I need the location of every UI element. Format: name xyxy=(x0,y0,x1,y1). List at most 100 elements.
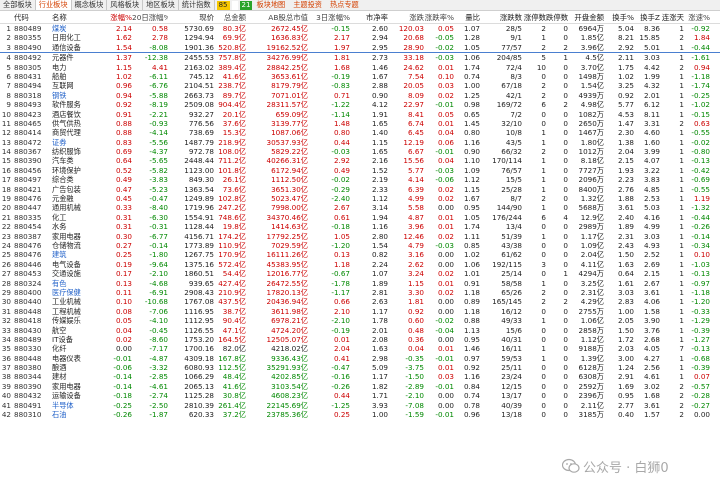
table-row[interactable]: 15 880390 汽车类 0.64 -5.65 2448.44 711.2亿 40266.3… xyxy=(0,156,720,165)
cell-ud: 144/90 xyxy=(496,203,522,213)
wechat-icon xyxy=(562,458,580,473)
column-header-18[interactable]: 连涨天 xyxy=(660,12,684,23)
link-tab-2[interactable]: 热点专题 xyxy=(326,0,363,10)
column-header-0[interactable]: 代码 xyxy=(14,12,52,23)
cell-vol: 1.06 xyxy=(463,53,480,63)
column-header-16[interactable]: 换手% xyxy=(604,12,634,23)
column-header-7[interactable]: 3日涨幅% xyxy=(308,12,350,23)
column-header-14[interactable]: 跌停数 xyxy=(546,12,568,23)
tab-4[interactable]: 地区板块 xyxy=(143,0,179,10)
table-row[interactable]: 7 880494 互联网 0.96 -6.76 2104.51 238.7亿 8179.79亿… xyxy=(0,81,720,90)
table-row[interactable]: 3 880490 通信设备 1.54 -8.08 1901.36 520.8亿 19162.5… xyxy=(0,42,720,54)
table-row[interactable]: 37 880380 酿酒 -0.06 -3.32 6080.93 112.5亿 35291.9… xyxy=(0,363,720,372)
table-row[interactable]: 9 880493 软件服务 0.92 -8.19 2509.08 904.4亿 28311.5… xyxy=(0,100,720,109)
table-row[interactable]: 42 880310 石油 -0.26 -1.87 620.33 37.2亿 23785.36亿… xyxy=(0,410,720,419)
table-row[interactable]: 6 880431 船舶 1.02 -6.11 745.12 41.6亿 3653.61亿 -0.… xyxy=(0,72,720,81)
table-row[interactable]: 28 880324 有色 0.13 -4.68 939.65 427.4亿 26472.55亿… xyxy=(0,279,720,288)
table-row[interactable]: 34 880489 IT设备 0.02 -8.60 1753.20 164.5亿 12505.… xyxy=(0,335,720,344)
cell-code: 880390 xyxy=(14,381,42,391)
table-row[interactable]: 36 880448 电器仪表 -0.01 -4.87 4309.18 167.8亿 9336.… xyxy=(0,354,720,363)
link-tab-1[interactable]: 主题投资 xyxy=(289,0,326,10)
column-header-2[interactable]: 涨幅% xyxy=(94,12,132,23)
table-row[interactable]: 39 880390 家用电器 -0.14 -4.61 2065.13 41.6亿 3103.5… xyxy=(0,382,720,391)
table-row[interactable]: 38 880344 建材 -0.14 -2.85 1066.29 48.4亿 4202.85亿… xyxy=(0,372,720,381)
table-row[interactable]: 1 880489 煤炭 2.14 0.58 5730.69 80.3亿 2672.45亿 -0.… xyxy=(0,24,720,33)
cell-turn: 1.89 xyxy=(617,222,634,232)
table-row[interactable]: 22 880454 水务 0.31 -0.31 1128.44 19.8亿 1414.63亿 -… xyxy=(0,222,720,231)
tab-2[interactable]: 概念板块 xyxy=(72,0,108,10)
cell-pct: 0.13 xyxy=(115,278,132,288)
cell-amt: 30.8亿 xyxy=(222,391,246,401)
table-row[interactable]: 41 880491 半导体 -0.25 -2.50 2810.39 261.4亿 22145.… xyxy=(0,401,720,410)
table-row[interactable]: 4 880492 元器件 1.37 -12.38 2455.53 757.8亿 34276.9… xyxy=(0,53,720,62)
column-header-19[interactable]: 涨速% xyxy=(684,12,710,23)
tab-3[interactable]: 风格板块 xyxy=(107,0,144,10)
cell-open: 8.18亿 xyxy=(580,156,604,166)
column-header-9[interactable]: 涨跌 xyxy=(388,12,424,23)
table-row[interactable]: 17 880497 综合类 0.49 -3.83 849.30 26.1亿 1112.50亿 -… xyxy=(0,175,720,184)
column-header-13[interactable]: 涨停数 xyxy=(522,12,546,23)
cell-d3: 2.10 xyxy=(333,306,350,316)
table-row[interactable]: 23 880387 家用电器 0.30 -6.77 4156.71 174.2亿 17792.… xyxy=(0,232,720,241)
table-row[interactable]: 30 880440 工业机械 0.10 -10.68 1767.08 437.5亿 20436… xyxy=(0,297,720,306)
table-row[interactable]: 16 880456 环境保护 0.52 -5.82 1123.00 101.8亿 6172.9… xyxy=(0,166,720,175)
table-row[interactable]: 11 880465 供气供热 0.88 -0.93 776.56 37.6亿 3139.77亿… xyxy=(0,119,720,128)
cell-lu: 0 xyxy=(541,222,546,232)
tab-1[interactable]: 行业板块 xyxy=(35,0,72,10)
table-row[interactable]: 8 880318 钢铁 0.94 -5.88 2663.73 89.7亿 7071.01亿 0.… xyxy=(0,91,720,100)
table-row[interactable]: 21 880335 化工 0.31 -6.30 1554.91 748.6亿 34370.46… xyxy=(0,213,720,222)
cell-code: 880490 xyxy=(14,42,42,52)
table-row[interactable]: 20 880447 通用机械 0.33 -8.40 1719.96 247.2亿 7998.0… xyxy=(0,203,720,212)
table-row[interactable]: 5 880305 电力 1.15 4.41 2163.02 389.4亿 28842.25亿 1… xyxy=(0,63,720,72)
table-row[interactable]: 19 880476 元金融 0.45 -0.47 1249.89 102.8亿 5023.47… xyxy=(0,194,720,203)
cell-turn: 0.40 xyxy=(617,410,634,420)
table-row[interactable]: 18 880421 广告包装 0.47 -5.23 1363.54 73.6亿 3651.30… xyxy=(0,185,720,194)
cell-cd: 1 xyxy=(679,194,684,204)
table-row[interactable]: 26 880446 电气设备 0.19 -9.64 1375.16 572.4亿 45383.… xyxy=(0,260,720,269)
cell-d3: 1.68 xyxy=(333,62,350,72)
table-row[interactable]: 29 880400 医疗保健 0.11 -6.91 2908.43 210.9亿 17820.… xyxy=(0,288,720,297)
table-row[interactable]: 32 880418 传媒娱乐 0.05 -4.10 1112.95 90.4亿 6978.21… xyxy=(0,316,720,325)
tab-0[interactable]: 全部板块 xyxy=(0,0,36,10)
cell-ld: 0 xyxy=(563,118,568,128)
table-row[interactable]: 40 880432 运输设备 -0.18 -2.74 1125.28 30.8亿 4608.2… xyxy=(0,391,720,400)
cell-d20: -2.74 xyxy=(149,391,168,401)
column-header-15[interactable]: 开盘金额 xyxy=(568,12,604,23)
cell-vol: 1.16 xyxy=(463,137,480,147)
table-row[interactable]: 33 880430 航空 0.04 -0.45 1126.55 47.1亿 4724.20亿 -… xyxy=(0,326,720,335)
row-index: 23 xyxy=(1,231,11,241)
cell-turn: 2.83 xyxy=(617,297,634,307)
tab-5[interactable]: 统计指数 xyxy=(179,0,215,10)
table-row[interactable]: 10 880423 酒店餐饮 0.91 -2.21 932.27 20.1亿 659.09亿 -… xyxy=(0,110,720,119)
column-header-10[interactable]: 涨跌率% xyxy=(424,12,454,23)
cell-vol: 1.16 xyxy=(463,372,480,382)
table-row[interactable]: 27 880453 交通设施 0.17 -2.10 1860.51 54.4亿 12016.7… xyxy=(0,269,720,278)
cell-name: 船舶 xyxy=(52,71,67,81)
column-header-6[interactable]: AB股总市值 xyxy=(246,12,308,23)
column-header-12[interactable]: 涨跌数 xyxy=(480,12,522,23)
column-header-17[interactable]: 换手Z xyxy=(634,12,660,23)
column-header-8[interactable]: 市净率 xyxy=(350,12,388,23)
cell-price: 2163.02 xyxy=(184,62,214,72)
link-tab-0[interactable]: 板块地图 xyxy=(252,0,289,10)
table-row[interactable]: 24 880476 仓储物流 0.27 -0.14 1773.89 110.9亿 7029.5… xyxy=(0,241,720,250)
table-row[interactable]: 14 880367 纺织服饰 0.69 -4.37 972.78 108.0亿 5829.22… xyxy=(0,147,720,156)
table-row[interactable]: 35 880330 化纤 0.00 -7.17 1700.16 82.0亿 4218.02亿 2… xyxy=(0,344,720,353)
table-row[interactable]: 2 880355 日用化工 1.62 2.78 1294.94 69.9亿 1636.83亿 2… xyxy=(0,33,720,42)
table-row[interactable]: 13 880472 证券 0.83 -5.56 1487.79 218.9亿 30537.93… xyxy=(0,138,720,147)
table-row[interactable]: 12 880414 商贸代理 0.88 -4.14 738.69 15.3亿 1087.06亿… xyxy=(0,128,720,137)
cell-dn: 0.00 xyxy=(437,334,454,344)
column-header-11[interactable]: 量比 xyxy=(454,12,480,23)
cell-ab: 9336.43亿 xyxy=(271,353,308,363)
column-header-5[interactable]: 总金额 xyxy=(214,12,246,23)
cell-pe: 1.07 xyxy=(371,269,388,279)
column-header-3[interactable]: 20日涨幅% xyxy=(132,12,168,23)
table-row[interactable]: 31 880448 工程机械 0.08 -7.06 1116.95 38.7亿 3611.98… xyxy=(0,307,720,316)
cell-d3: 0.66 xyxy=(333,297,350,307)
cell-up: -0.35 xyxy=(405,353,424,363)
cell-lu: 6 xyxy=(541,212,546,222)
table-row[interactable]: 25 880476 建筑 0.25 -1.80 1267.75 170.9亿 16111.26… xyxy=(0,250,720,259)
column-header-1[interactable]: 名称 xyxy=(52,12,94,23)
cell-amt: 89.7亿 xyxy=(222,90,246,100)
column-header-4[interactable]: 现价 xyxy=(168,12,214,23)
